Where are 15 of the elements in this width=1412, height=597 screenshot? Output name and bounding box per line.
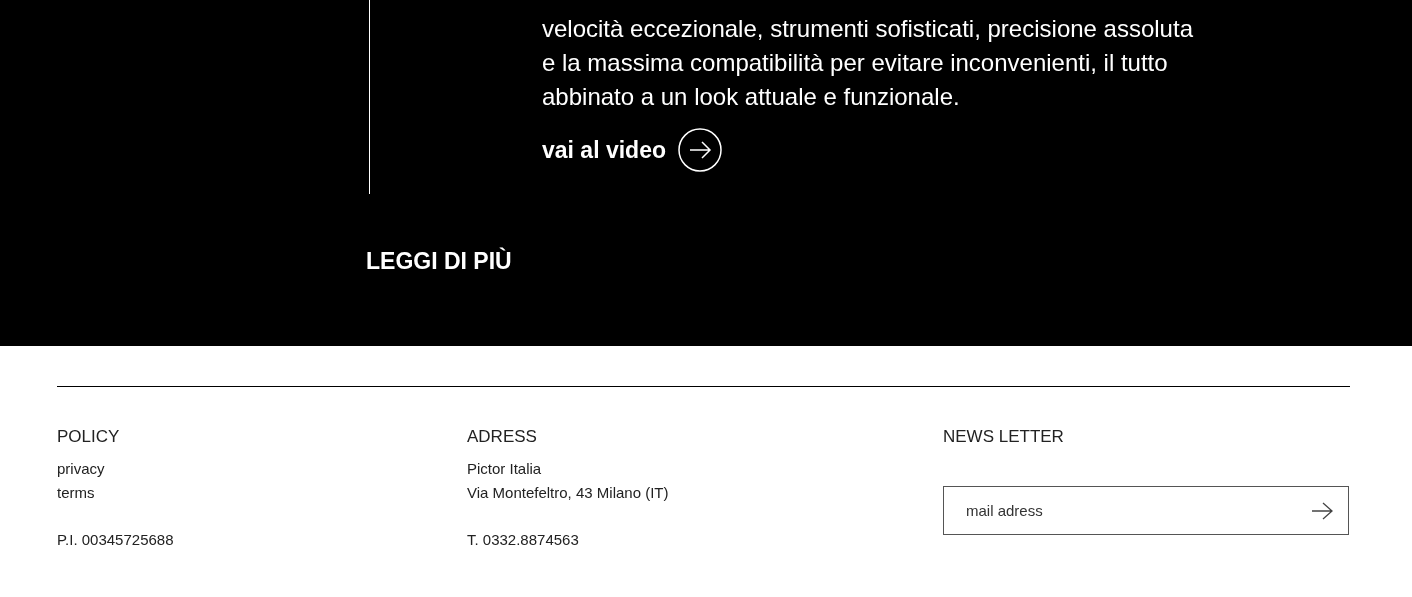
footer-link[interactable]: terms <box>57 481 95 505</box>
footer-link[interactable]: privacy <box>57 457 105 481</box>
column-heading: NEWS LETTER <box>943 427 1065 447</box>
email-field[interactable]: mail adress <box>943 486 1349 535</box>
address-line: Pictor Italia <box>467 459 542 479</box>
footer-text: P.I. 00345725688 <box>57 530 175 550</box>
arrow-right-icon[interactable] <box>1311 502 1333 520</box>
column-heading: POLICY <box>57 427 121 447</box>
column-heading: ADRESS <box>467 427 538 447</box>
footer-text: T. 0332.8874563 <box>467 530 580 550</box>
address-line: Via Montefeltro, 43 Milano (IT) <box>467 483 669 503</box>
read-more-link[interactable]: LEGGI DI PIÙ <box>366 244 512 279</box>
description-paragraph: velocità eccezionale, strumenti sofisticati, precisione assoluta e la massima compatibilità per evitare inconvenienti, il tutto abbinato a un look attuale e funzionale. <box>542 14 1193 112</box>
video-link[interactable]: vai al video <box>542 128 722 172</box>
arrow-right-icon <box>678 128 722 172</box>
